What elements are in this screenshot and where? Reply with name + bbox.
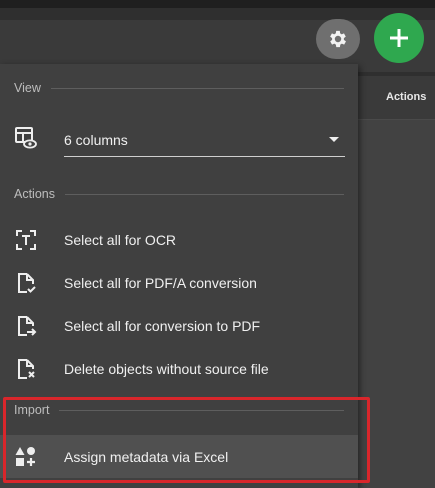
menu-item-label: Select all for PDF/A conversion [64,274,257,291]
file-check-icon [18,273,36,293]
table-body [356,120,435,488]
actions-section-heading: Actions [14,187,344,201]
ocr-text-icon [16,230,36,250]
columns-select[interactable]: 6 columns [64,126,345,157]
menu-item-ocr[interactable]: Select all for OCR [0,218,358,261]
file-x-icon [18,359,35,379]
menu-item-label: Assign metadata via Excel [64,448,229,465]
divider [50,87,344,89]
menu-item-assign-metadata-excel[interactable]: Assign metadata via Excel [0,435,358,478]
plus-icon [390,29,408,47]
table-eye-icon [15,127,37,149]
divider [59,409,344,411]
menu-item-convert-pdf[interactable]: Select all for conversion to PDF [0,304,358,347]
add-button[interactable] [374,13,424,63]
settings-button[interactable] [316,19,360,59]
import-section-heading: Import [14,403,344,417]
gear-icon [330,30,346,48]
file-arrow-icon [18,316,37,336]
menu-item-pdfa[interactable]: Select all for PDF/A conversion [0,261,358,304]
divider [65,193,344,195]
actions-heading: Actions [14,187,55,201]
menu-item-label: Delete objects without source file [64,360,269,377]
table-header: Actions [356,76,435,120]
settings-menu: View 6 columns Actions Select all for OC… [0,64,358,488]
import-heading: Import [14,403,50,417]
menu-item-delete-orphans[interactable]: Delete objects without source file [0,347,358,390]
chevron-down-icon[interactable] [329,137,339,142]
actions-column-header[interactable]: Actions [386,91,426,103]
menu-item-label: Select all for OCR [64,231,177,248]
view-section-heading: View [14,81,344,95]
view-heading: View [14,81,41,95]
menu-item-label: Select all for conversion to PDF [64,317,261,334]
shapes-add-icon [15,447,35,466]
columns-select-value: 6 columns [64,132,128,148]
